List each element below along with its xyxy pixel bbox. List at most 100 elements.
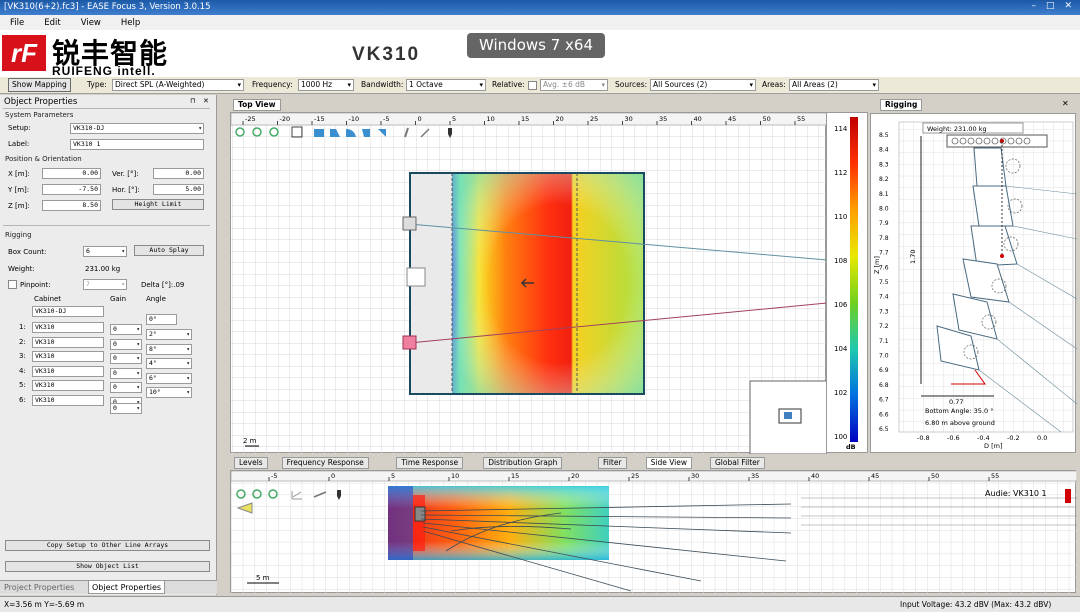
frequency-select[interactable]: 1000 Hz xyxy=(298,79,354,91)
z-input[interactable]: 8.50 xyxy=(42,200,101,211)
cabinet-row-number: 2: xyxy=(19,337,26,346)
gain-select[interactable]: 0 xyxy=(110,324,142,335)
tab-global-filter[interactable]: Global Filter xyxy=(710,457,765,469)
top-angle-field[interactable]: 0° xyxy=(146,314,177,325)
angle-select[interactable]: 8° xyxy=(146,343,192,355)
tab-side-view[interactable]: Side View xyxy=(645,457,692,469)
sources-label: Sources: xyxy=(615,80,648,89)
close-button[interactable]: ✕ xyxy=(1064,1,1072,11)
tab-frequency-response[interactable]: Frequency Response xyxy=(281,457,369,469)
height-limit-button[interactable]: Height Limit xyxy=(112,199,204,210)
top-view-x-tick: 10 xyxy=(487,115,495,123)
panel-close-icon[interactable]: ✕ xyxy=(203,97,209,105)
frequency-label: Frequency: xyxy=(252,80,293,89)
angle-select[interactable]: 6° xyxy=(146,372,192,384)
brand-banner: rF 锐丰智能 RUIFENG intell. VK310 Windows 7 … xyxy=(0,30,1080,78)
maximize-button[interactable]: □ xyxy=(1046,1,1055,11)
top-cabinet-field[interactable]: VK310-DJ xyxy=(32,306,104,317)
tab-levels[interactable]: Levels xyxy=(234,457,268,469)
rigging-header: Rigging xyxy=(5,231,32,239)
angle-select[interactable]: 10° xyxy=(146,387,192,398)
label-input[interactable]: VK310 1 xyxy=(70,139,204,150)
gain-select[interactable]: 0 xyxy=(110,382,142,393)
angle-select[interactable]: 2° xyxy=(146,329,192,340)
top-view-x-tick: 45 xyxy=(728,115,736,123)
top-view-canvas[interactable]: -25 -20 -15 -10 -5 0 5 10 15 20 25 30 35 40 45 50 55 2 m xyxy=(230,112,828,455)
sources-select[interactable]: All Sources (2) xyxy=(650,79,756,91)
side-view-x-tick: 20 xyxy=(571,472,579,480)
copy-setup-button[interactable]: Copy Setup to Other Line Arrays xyxy=(5,540,210,551)
top-view-x-tick: -20 xyxy=(280,115,291,123)
pinpoint-select[interactable]: 7 xyxy=(83,279,127,290)
top-view-plot: -25 -20 -15 -10 -5 0 5 10 15 20 25 30 35 40 45 50 55 2 m xyxy=(230,112,828,455)
tab-object-properties[interactable]: Object Properties xyxy=(88,580,166,594)
speaker-bottom-marker[interactable] xyxy=(402,335,417,350)
menu-edit[interactable]: Edit xyxy=(44,18,60,28)
angle-select[interactable]: 4° xyxy=(146,358,192,369)
area-rect-icon[interactable] xyxy=(314,129,324,137)
tab-project-properties[interactable]: Project Properties xyxy=(4,583,74,592)
hor-input[interactable]: 5.00 xyxy=(153,184,204,195)
rigging-panel: 8.5 8.4 8.3 8.2 8.1 8.0 7.9 7.8 7.7 7.6 7.5 7.4 7.3 7… xyxy=(870,113,1078,453)
tab-top-view[interactable]: Top View xyxy=(233,99,281,111)
cabinet-field[interactable]: VK310 xyxy=(32,394,104,406)
menu-file[interactable]: File xyxy=(10,18,24,28)
rigging-d-tick: -0.2 xyxy=(1007,434,1020,442)
listener-marker[interactable] xyxy=(406,267,426,287)
y-input[interactable]: -7.50 xyxy=(42,184,101,195)
pin-icon[interactable]: ⊓ xyxy=(190,97,195,105)
cabinet-field[interactable]: VK310 xyxy=(32,380,104,391)
rigging-z-axis: 8.58.48.38.28.18.07.97.87.77.67.57.47.37… xyxy=(879,132,889,433)
type-select[interactable]: Direct SPL (A-Weighted) xyxy=(112,79,244,91)
bandwidth-select[interactable]: 1 Octave xyxy=(406,79,486,91)
gain-select[interactable]: 0 xyxy=(110,367,142,379)
menu-bar: File Edit View Help xyxy=(0,15,1080,30)
rigging-z-tick: 8.2 xyxy=(879,176,889,183)
minimize-button[interactable]: – xyxy=(1031,1,1036,11)
relative-checkbox[interactable] xyxy=(528,81,537,90)
side-view-x-tick: 0 xyxy=(331,472,335,480)
gain-select[interactable]: 0 xyxy=(110,338,142,350)
cabinet-field[interactable]: VK310 xyxy=(32,336,104,348)
side-view-x-tick: 40 xyxy=(811,472,819,480)
show-object-list-button[interactable]: Show Object List xyxy=(5,561,210,572)
x-input[interactable]: 0.00 xyxy=(42,168,101,179)
side-view-canvas[interactable]: -5 0 5 10 15 20 25 30 35 40 45 50 55 Audie: VK310 1 … xyxy=(230,470,1078,594)
ver-label: Ver. [°]: xyxy=(112,170,139,178)
setup-select[interactable]: VK310-DJ xyxy=(70,123,204,134)
cabinet-field[interactable]: VK310 xyxy=(32,322,104,333)
pinpoint-checkbox[interactable] xyxy=(8,280,17,289)
tab-filter[interactable]: Filter xyxy=(598,457,627,469)
position-header: Position & Orientation xyxy=(5,155,82,163)
tab-rigging[interactable]: Rigging xyxy=(880,99,923,111)
show-mapping-button[interactable]: Show Mapping xyxy=(8,78,71,92)
weight-label: Weight: xyxy=(8,265,35,273)
menu-view[interactable]: View xyxy=(81,18,101,28)
rigging-close-icon[interactable]: ✕ xyxy=(1062,99,1069,108)
box-count-select[interactable]: 6 xyxy=(83,246,127,257)
ver-input[interactable]: 0.00 xyxy=(153,168,204,179)
brand-name-en: RUIFENG intell. xyxy=(52,64,156,78)
auto-splay-button[interactable]: Auto Splay xyxy=(134,245,204,256)
weight-value: 231.00 kg xyxy=(85,265,121,273)
mapping-toolbar: Show Mapping Type: Direct SPL (A-Weighte… xyxy=(0,77,1080,94)
side-view-x-tick: 35 xyxy=(751,472,759,480)
label-label: Label: xyxy=(8,140,30,148)
color-scale-panel: 114 112 110 108 106 104 102 100 dB xyxy=(826,112,868,453)
color-scale-tick: 110 xyxy=(834,213,848,221)
speaker-top-marker[interactable] xyxy=(402,216,417,231)
tab-distribution-graph[interactable]: Distribution Graph xyxy=(483,457,563,469)
areas-select[interactable]: All Areas (2) xyxy=(789,79,879,91)
logo-icon: rF xyxy=(2,35,46,71)
cabinet-field[interactable]: VK310 xyxy=(32,351,104,362)
tab-time-response[interactable]: Time Response xyxy=(396,457,464,469)
cabinet-row-number: 4: xyxy=(19,366,26,375)
cabinet-field[interactable]: VK310 xyxy=(32,365,104,377)
rigging-z-tick: 7.0 xyxy=(879,353,889,360)
panel-tab-strip: Project Properties Object Properties xyxy=(0,580,217,594)
menu-help[interactable]: Help xyxy=(121,18,140,28)
side-view-x-tick: 15 xyxy=(511,472,519,480)
average-select[interactable]: Avg. ±6 dB xyxy=(540,79,608,91)
gain-select[interactable]: 0 xyxy=(110,353,142,364)
extra-gain-select[interactable]: 0 xyxy=(110,403,142,414)
